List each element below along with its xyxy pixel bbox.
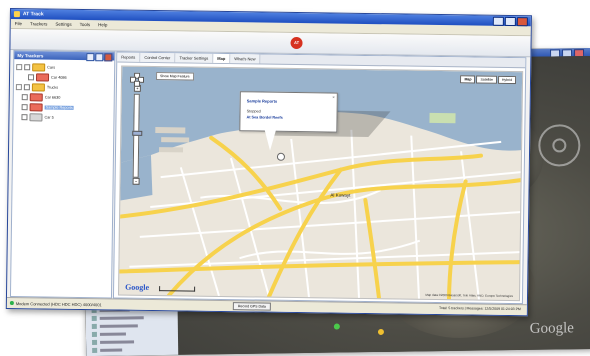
tab-whats-new[interactable]: What's New (230, 54, 261, 64)
checkbox[interactable] (24, 64, 31, 71)
folder-icon (32, 63, 46, 72)
window-title: AT Track (22, 11, 44, 18)
status-summary: Total: 5 trackers | Messages: 12/5/2009 … (438, 306, 521, 312)
tab-control-center[interactable]: Control Center (140, 52, 176, 63)
close-icon[interactable]: × (332, 95, 334, 100)
tree-node-car-5[interactable]: Car 5 (15, 112, 111, 123)
tab-reports[interactable]: Reports (117, 52, 141, 62)
checkbox[interactable] (21, 114, 28, 121)
vehicle-icon (29, 93, 43, 102)
placemark-icon[interactable] (377, 328, 384, 335)
places-panel (85, 303, 179, 356)
info-window: × Sample Reports Stopped At Sea Bordel R… (239, 91, 338, 133)
list-item[interactable] (91, 322, 172, 330)
window-controls (492, 16, 528, 27)
menu-file[interactable]: File (15, 21, 22, 26)
content-area: Reports Control Center Tracker Settings … (112, 51, 527, 305)
app-logo: AT (290, 36, 303, 50)
checkbox[interactable] (21, 94, 28, 101)
delete-tracker-icon[interactable] (104, 53, 113, 62)
add-tracker-icon[interactable] (86, 53, 95, 62)
vehicle-offline-icon (29, 113, 43, 122)
edit-tracker-icon[interactable] (95, 53, 104, 62)
navigation-compass-icon[interactable] (538, 124, 581, 167)
expand-icon[interactable] (16, 64, 23, 71)
menu-settings[interactable]: Settings (55, 22, 71, 27)
minimize-icon[interactable] (492, 16, 504, 26)
app-icon (13, 11, 20, 18)
tab-map[interactable]: Map (213, 53, 231, 64)
trackers-panel-title: My Trackers (17, 52, 44, 58)
zoom-out-button[interactable]: − (132, 177, 140, 185)
zoom-slider[interactable] (132, 93, 140, 178)
checkbox[interactable] (23, 84, 30, 91)
connection-status-text: Modem Connected (HDC HDC HDC) 4000/4001 (15, 300, 102, 307)
list-item[interactable] (91, 330, 172, 338)
panel-tools (86, 53, 113, 62)
expand-icon[interactable] (15, 84, 22, 91)
map-feature-button[interactable]: Show Map Feature (156, 72, 194, 81)
close-icon[interactable] (516, 17, 528, 27)
record-gps-button[interactable]: Record GPS Data (232, 302, 271, 311)
info-window-title: Sample Reports (246, 98, 278, 104)
info-window-tail (264, 128, 277, 151)
vehicle-icon (35, 73, 50, 82)
pan-down-icon[interactable] (133, 80, 140, 87)
menu-trackers[interactable]: Trackers (30, 21, 47, 26)
pan-control (129, 72, 145, 87)
checkbox[interactable] (27, 74, 35, 81)
placemark-icon[interactable] (333, 323, 340, 330)
info-window-location-link[interactable]: At Sea Bordel Reefs (246, 115, 282, 120)
connection-status-icon (9, 301, 14, 306)
map-type-satellite[interactable]: Satellite (476, 75, 497, 84)
map-scale (159, 286, 196, 292)
menu-help[interactable]: Help (98, 22, 107, 27)
map-type-map[interactable]: Map (460, 75, 476, 84)
list-item[interactable] (92, 338, 172, 346)
google-logo[interactable]: Google (125, 283, 149, 292)
tracker-marker-icon[interactable] (276, 152, 286, 161)
city-label: Al Kuwayt (330, 192, 351, 198)
map-view[interactable]: + − Show Map Feature Map Satellite Hybri… (117, 65, 524, 302)
list-item[interactable] (92, 346, 172, 354)
folder-icon (31, 83, 45, 92)
main-window: AT Track File Trackers Settings Tools He… (5, 8, 532, 317)
trackers-panel: My Trackers Cars Car 4086 Trucks Car 663… (9, 50, 116, 299)
tab-tracker-settings[interactable]: Tracker Settings (175, 53, 214, 63)
checkbox[interactable] (21, 104, 28, 111)
vehicle-icon (29, 103, 43, 112)
trackers-panel-header: My Trackers (14, 51, 115, 62)
map-type-hybrid[interactable]: Hybrid (497, 75, 517, 85)
google-watermark: Google (529, 320, 575, 337)
maximize-icon[interactable] (504, 16, 516, 27)
menu-tools[interactable]: Tools (80, 22, 91, 27)
info-window-status: Stopped (246, 109, 261, 114)
zoom-control: + − (129, 72, 145, 185)
tracker-tree: Cars Car 4086 Trucks Car 6630 Sample Rep… (13, 59, 114, 126)
list-item[interactable] (91, 314, 172, 322)
map-type-control: Map Satellite Hybrid (460, 75, 517, 85)
